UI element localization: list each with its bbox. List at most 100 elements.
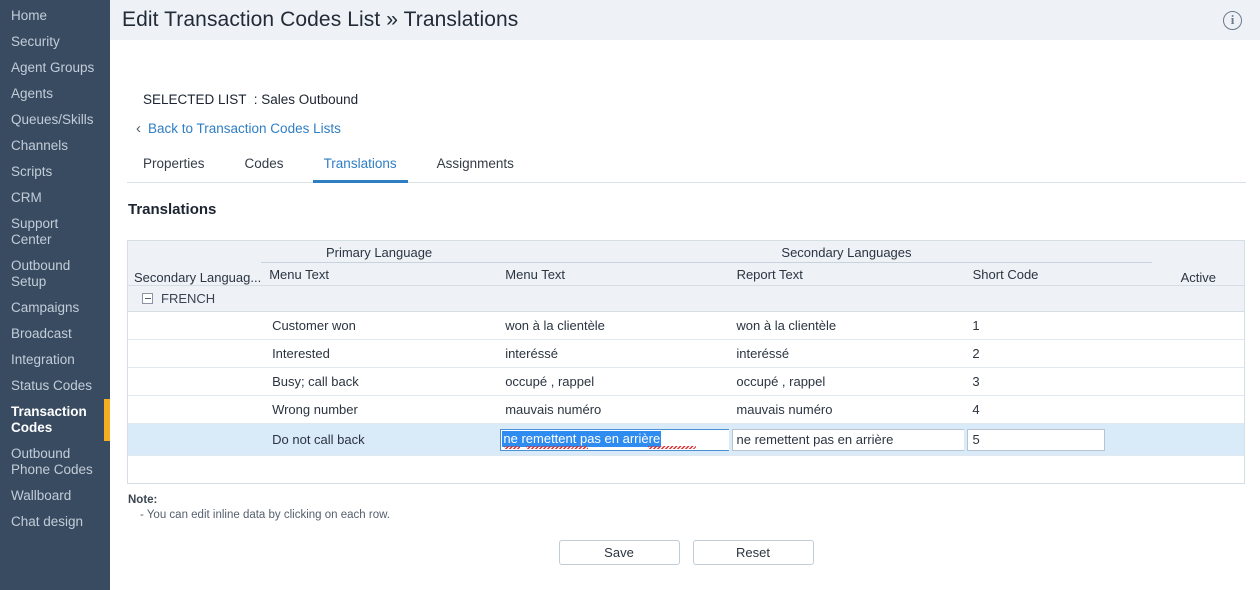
back-to-lists-link[interactable]: Back to Transaction Codes Lists — [148, 121, 341, 136]
sidebar-item-integration[interactable]: Integration — [0, 347, 110, 373]
cell-report-text: occupé , rappel — [728, 374, 964, 389]
cell-short-code: 3 — [964, 374, 1152, 389]
tab-assignments[interactable]: Assignments — [426, 150, 525, 183]
spellcheck-underline — [648, 446, 696, 449]
header-secondary-language-label: Secondary Languag... — [128, 270, 261, 285]
info-icon[interactable]: i — [1223, 11, 1242, 30]
page-body: SELECTED LIST : Sales Outbound ‹ Back to… — [110, 92, 1260, 565]
table-header-group-row: Primary Language Secondary Languages — [128, 241, 1244, 263]
cell-report-text: mauvais numéro — [728, 402, 964, 417]
header-group-primary-language: Primary Language — [261, 245, 497, 263]
sidebar-item-label: Outbound Phone Codes — [11, 446, 93, 477]
footer-button-row: Save Reset — [127, 540, 1245, 565]
save-button[interactable]: Save — [559, 540, 680, 565]
sidebar-item-outbound-setup[interactable]: Outbound Setup — [0, 253, 110, 295]
table-header: Primary Language Secondary Languages Sec… — [128, 241, 1244, 285]
header-active: Active — [1153, 270, 1244, 285]
sidebar-item-label: Integration — [11, 352, 75, 367]
sidebar-item-campaigns[interactable]: Campaigns — [0, 295, 110, 321]
header-group-secondary-languages-filler — [965, 260, 1153, 263]
cell-primary-menu-text: Customer won — [261, 318, 497, 333]
cell-primary-menu-text: Wrong number — [261, 402, 497, 417]
sidebar-item-label: Security — [11, 34, 60, 49]
tab-translations[interactable]: Translations — [313, 150, 408, 183]
sidebar-item-scripts[interactable]: Scripts — [0, 159, 110, 185]
table-row[interactable]: Wrong number mauvais numéro mauvais numé… — [128, 396, 1244, 424]
sidebar-item-label: CRM — [11, 190, 42, 205]
sidebar-item-transaction-codes[interactable]: Transaction Codes — [0, 399, 110, 441]
sidebar-item-support-center[interactable]: Support Center — [0, 211, 110, 253]
table-group-label: FRENCH — [161, 291, 215, 306]
sidebar-item-agents[interactable]: Agents — [0, 81, 110, 107]
sidebar-item-label: Wallboard — [11, 488, 71, 503]
sidebar-item-label: Chat design — [11, 514, 83, 529]
sidebar-item-agent-groups[interactable]: Agent Groups — [0, 55, 110, 81]
cell-menu-text: mauvais numéro — [497, 402, 728, 417]
sidebar-item-label: Status Codes — [11, 378, 92, 393]
sidebar-item-label: Scripts — [11, 164, 52, 179]
cell-short-code: 2 — [964, 346, 1152, 361]
main-content: Edit Transaction Codes List » Translatio… — [110, 0, 1260, 590]
cell-menu-text-editor: ne remettent pas en arrière — [497, 429, 728, 451]
sidebar-item-label: Queues/Skills — [11, 112, 94, 127]
cell-primary-menu-text: Interested — [261, 346, 497, 361]
cell-primary-menu-text: Do not call back — [261, 432, 497, 447]
page-title: Edit Transaction Codes List » Translatio… — [122, 8, 518, 32]
cell-short-code: 4 — [964, 402, 1152, 417]
table-row[interactable]: Busy; call back occupé , rappel occupé ,… — [128, 368, 1244, 396]
sidebar-item-label: Support Center — [11, 216, 58, 247]
header-group-secondary-languages: Secondary Languages — [728, 245, 964, 263]
menu-text-input-selected-value[interactable]: ne remettent pas en arrière — [502, 431, 661, 447]
sidebar-item-label: Outbound Setup — [11, 258, 70, 289]
table-empty-row — [128, 456, 1244, 484]
menu-text-input-wrapper[interactable]: ne remettent pas en arrière — [500, 429, 728, 451]
sidebar-item-queues-skills[interactable]: Queues/Skills — [0, 107, 110, 133]
sidebar-item-label: Broadcast — [11, 326, 72, 341]
translations-table: Primary Language Secondary Languages Sec… — [127, 240, 1245, 484]
tab-properties[interactable]: Properties — [132, 150, 216, 183]
chevron-left-icon: ‹ — [136, 122, 141, 136]
selected-list-label: SELECTED LIST : Sales Outbound — [127, 92, 1246, 107]
sidebar-item-label: Home — [11, 8, 47, 23]
back-link-row[interactable]: ‹ Back to Transaction Codes Lists — [127, 121, 1246, 136]
sidebar-item-broadcast[interactable]: Broadcast — [0, 321, 110, 347]
page-header-bar: Edit Transaction Codes List » Translatio… — [110, 0, 1260, 40]
spellcheck-underline — [504, 446, 520, 449]
section-title: Translations — [127, 201, 1246, 218]
sidebar-item-chat-design[interactable]: Chat design — [0, 509, 110, 535]
sidebar-item-status-codes[interactable]: Status Codes — [0, 373, 110, 399]
sidebar-item-channels[interactable]: Channels — [0, 133, 110, 159]
header-group-primary-language-filler — [497, 260, 728, 263]
report-text-input[interactable] — [732, 429, 965, 451]
table-row[interactable]: Interested interéssé interéssé 2 — [128, 340, 1244, 368]
sidebar-item-security[interactable]: Security — [0, 29, 110, 55]
table-group-row-french[interactable]: FRENCH — [128, 285, 1244, 312]
header-secondary-menu-text[interactable]: Menu Text — [497, 267, 728, 285]
sidebar-item-label: Channels — [11, 138, 68, 153]
table-header-sub-row: Secondary Languag... Menu Text Menu Text… — [128, 263, 1244, 285]
sidebar-item-label: Agent Groups — [11, 60, 94, 75]
sidebar-item-outbound-phone-codes[interactable]: Outbound Phone Codes — [0, 441, 110, 483]
table-row-editing[interactable]: Do not call back ne remettent pas en arr… — [128, 424, 1244, 456]
tab-codes[interactable]: Codes — [234, 150, 295, 183]
header-short-code[interactable]: Short Code — [965, 267, 1153, 285]
header-primary-menu-text[interactable]: Menu Text — [261, 267, 497, 285]
cell-report-text-editor — [729, 429, 965, 451]
short-code-input[interactable] — [967, 429, 1105, 451]
cell-report-text: interéssé — [728, 346, 964, 361]
app-root: Home Security Agent Groups Agents Queues… — [0, 0, 1260, 590]
sidebar-item-label: Campaigns — [11, 300, 79, 315]
sidebar-item-label: Agents — [11, 86, 53, 101]
sidebar-item-home[interactable]: Home — [0, 3, 110, 29]
sidebar-item-wallboard[interactable]: Wallboard — [0, 483, 110, 509]
note-block: Note: - You can edit inline data by clic… — [127, 493, 1246, 523]
reset-button[interactable]: Reset — [693, 540, 814, 565]
note-title: Note: — [128, 493, 1246, 508]
collapse-minus-icon[interactable] — [142, 293, 153, 304]
sidebar-item-crm[interactable]: CRM — [0, 185, 110, 211]
tab-bar: Properties Codes Translations Assignment… — [127, 149, 1246, 183]
table-row[interactable]: Customer won won à la clientèle won à la… — [128, 312, 1244, 340]
header-report-text[interactable]: Report Text — [729, 267, 965, 285]
header-secondary-language: Secondary Languag... — [128, 270, 261, 285]
note-line: - You can edit inline data by clicking o… — [128, 508, 1246, 523]
